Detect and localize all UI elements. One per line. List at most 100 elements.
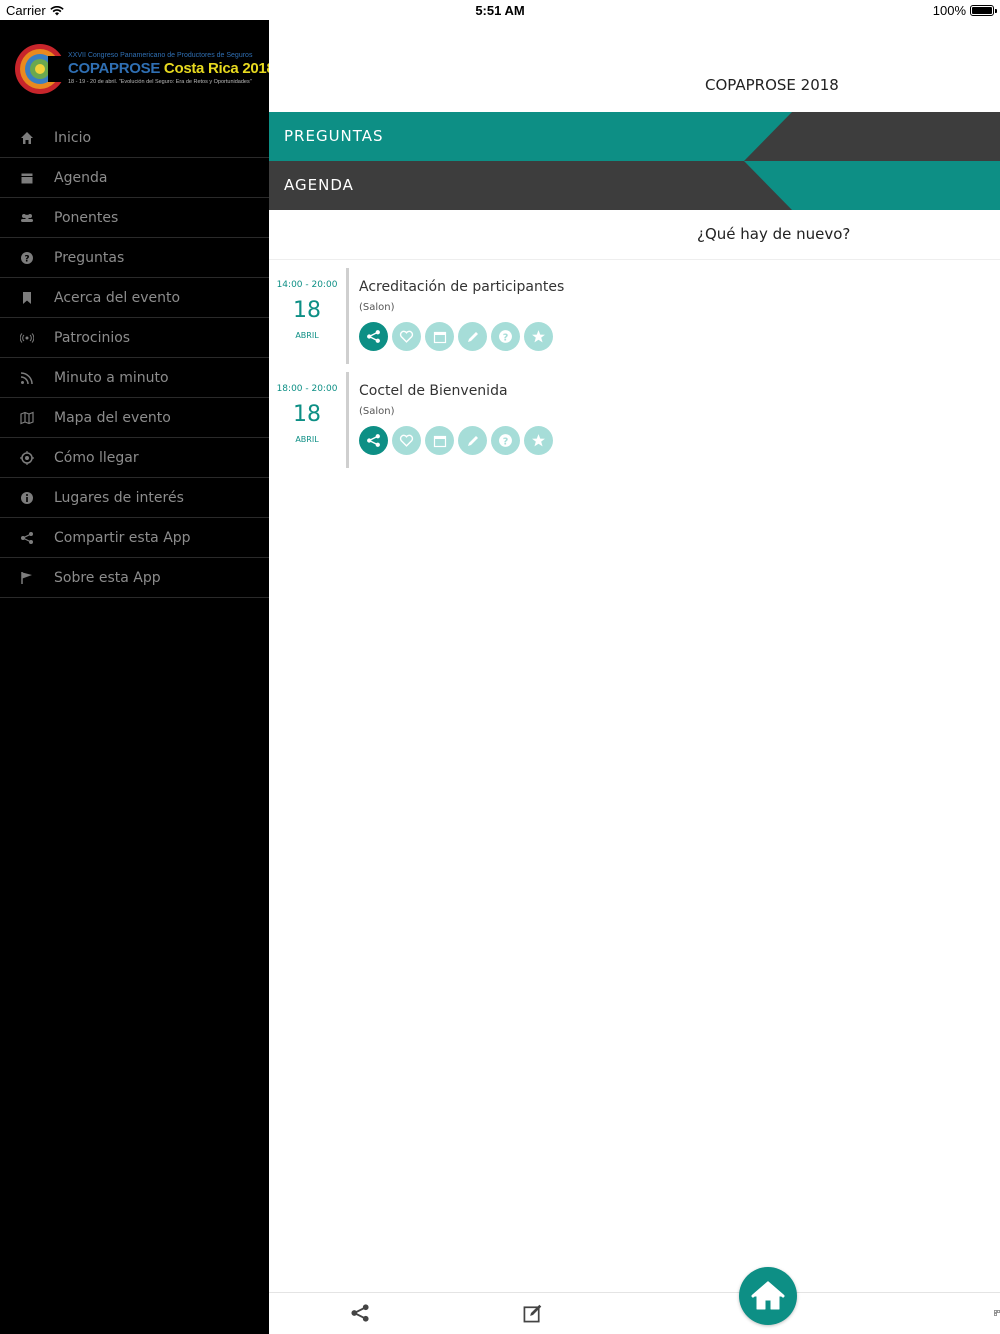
news-header: ¿Qué hay de nuevo? — [269, 210, 1000, 260]
event-logo[interactable]: XXVII Congreso Panamericano de Productor… — [14, 38, 275, 102]
band-preguntas[interactable]: PREGUNTAS — [269, 112, 1000, 161]
logo-location: Costa Rica 2018 — [163, 60, 275, 77]
calendar-icon — [433, 435, 446, 447]
sidebar-item-label: Lugares de interés — [54, 489, 184, 506]
question-icon: ? — [499, 434, 512, 447]
sidebar-item-acerca[interactable]: Acerca del evento — [0, 278, 269, 318]
event-month: ABRIL — [295, 435, 319, 444]
status-bar: Carrier 5:51 AM 100% — [0, 0, 1000, 20]
event-divider — [346, 372, 349, 468]
event-month: ABRIL — [295, 331, 319, 340]
event-day: 18 — [293, 402, 321, 427]
event-rate-button[interactable] — [524, 322, 553, 351]
tab-share[interactable] — [348, 1301, 372, 1325]
question-icon: ? — [499, 330, 512, 343]
location-icon — [20, 451, 34, 465]
bottom-tab-bar — [269, 1292, 1000, 1334]
sidebar-item-ponentes[interactable]: Ponentes — [0, 198, 269, 238]
svg-text:?: ? — [503, 332, 509, 343]
qr-icon — [994, 1310, 1000, 1316]
event-note-button[interactable] — [458, 322, 487, 351]
band-agenda-label: AGENDA — [284, 176, 354, 194]
event-question-button[interactable]: ? — [491, 426, 520, 455]
event-actions: ? — [359, 322, 553, 351]
tab-edit[interactable] — [521, 1301, 545, 1325]
sidebar-item-agenda[interactable]: Agenda — [0, 158, 269, 198]
sidebar-menu: Inicio Agenda Ponentes ? Preguntas Acerc… — [0, 118, 269, 598]
band-agenda-background — [269, 161, 1000, 210]
star-icon — [532, 330, 545, 343]
home-button[interactable] — [739, 1267, 797, 1325]
status-right: 100% — [932, 3, 997, 18]
question-icon: ? — [21, 252, 33, 265]
broadcast-icon — [20, 333, 34, 343]
event-item[interactable]: 18:00 - 20:00 18 ABRIL Coctel de Bienven… — [269, 372, 1000, 468]
event-question-button[interactable]: ? — [491, 322, 520, 351]
flag-icon — [21, 572, 32, 584]
share-icon — [367, 330, 380, 343]
sidebar-item-label: Sobre esta App — [54, 569, 161, 586]
tab-qr[interactable] — [987, 1301, 1000, 1325]
event-favorite-button[interactable] — [392, 322, 421, 351]
event-rate-button[interactable] — [524, 426, 553, 455]
event-divider — [346, 268, 349, 364]
event-calendar-button[interactable] — [425, 426, 454, 455]
sidebar-item-label: Acerca del evento — [54, 289, 181, 306]
svg-text:?: ? — [503, 436, 509, 447]
home-icon — [751, 1281, 785, 1310]
logo-subtitle: XXVII Congreso Panamericano de Productor… — [68, 52, 253, 59]
battery-percent: 100% — [932, 3, 966, 18]
sidebar-item-label: Compartir esta App — [54, 529, 191, 546]
event-day: 18 — [293, 298, 321, 323]
logo-brand: COPAPROSE — [68, 60, 161, 77]
event-room: (Salon) — [359, 302, 395, 313]
heart-icon — [399, 330, 414, 343]
page-title: COPAPROSE 2018 — [705, 76, 839, 94]
home-icon — [21, 132, 33, 144]
band-preguntas-label: PREGUNTAS — [284, 127, 384, 145]
event-item[interactable]: 14:00 - 20:00 18 ABRIL Acreditación de p… — [269, 268, 1000, 364]
sidebar-item-patrocinios[interactable]: Patrocinios — [0, 318, 269, 358]
sidebar-item-sobre[interactable]: Sobre esta App — [0, 558, 269, 598]
main-content: COPAPROSE 2018 PREGUNTAS AGENDA ¿Qué hay… — [269, 20, 1000, 1334]
sidebar-item-inicio[interactable]: Inicio — [0, 118, 269, 158]
logo-title: COPAPROSE Costa Rica 2018 — [68, 60, 275, 77]
event-share-button[interactable] — [359, 426, 388, 455]
sidebar-item-preguntas[interactable]: ? Preguntas — [0, 238, 269, 278]
sidebar-item-mapa[interactable]: Mapa del evento — [0, 398, 269, 438]
event-favorite-button[interactable] — [392, 426, 421, 455]
sidebar-item-compartir[interactable]: Compartir esta App — [0, 518, 269, 558]
logo-emblem-icon — [15, 44, 66, 94]
event-name: Acreditación de participantes — [359, 279, 565, 295]
sidebar-item-label: Mapa del evento — [54, 409, 171, 426]
sidebar-item-label: Patrocinios — [54, 329, 131, 346]
sidebar-item-como-llegar[interactable]: Cómo llegar — [0, 438, 269, 478]
band-agenda[interactable]: AGENDA — [269, 161, 1000, 210]
svg-text:?: ? — [24, 255, 29, 265]
pencil-icon — [467, 435, 478, 446]
event-room: (Salon) — [359, 406, 395, 417]
event-share-button[interactable] — [359, 322, 388, 351]
sidebar-item-lugares[interactable]: Lugares de interés — [0, 478, 269, 518]
sidebar-item-label: Cómo llegar — [54, 449, 139, 466]
edit-icon — [523, 1304, 542, 1323]
map-icon — [20, 411, 34, 425]
star-icon — [532, 434, 545, 447]
news-header-label: ¿Qué hay de nuevo? — [697, 225, 851, 243]
sidebar: XXVII Congreso Panamericano de Productor… — [0, 20, 275, 1334]
sidebar-item-label: Inicio — [54, 129, 92, 146]
calendar-icon — [21, 173, 33, 184]
sidebar-item-label: Agenda — [54, 169, 108, 186]
event-calendar-button[interactable] — [425, 322, 454, 351]
sidebar-item-minuto[interactable]: Minuto a minuto — [0, 358, 269, 398]
sidebar-item-label: Preguntas — [54, 249, 125, 266]
people-icon — [21, 214, 33, 222]
share-icon — [367, 434, 380, 447]
rss-icon — [20, 372, 33, 385]
share-icon — [351, 1304, 369, 1322]
status-time: 5:51 AM — [475, 3, 525, 18]
heart-icon — [399, 434, 414, 447]
share-icon — [21, 532, 33, 544]
event-note-button[interactable] — [458, 426, 487, 455]
event-time: 14:00 - 20:00 — [276, 280, 338, 290]
